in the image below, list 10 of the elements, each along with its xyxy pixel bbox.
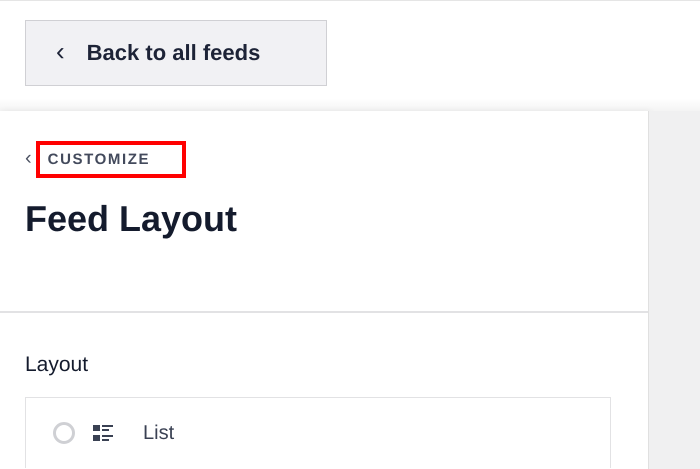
panel-title: Feed Layout [25,198,238,240]
radio-button[interactable] [53,422,75,444]
section-label: Layout [25,353,90,377]
list-layout-icon [93,424,113,442]
option-label: List [143,422,174,444]
breadcrumb-link[interactable]: CUSTOMIZE [36,141,186,178]
chevron-left-icon[interactable]: ‹ [25,148,32,168]
chevron-left-icon: ‹ [56,38,65,64]
back-button[interactable]: ‹ Back to all feeds [25,20,327,86]
layout-option[interactable]: List [25,397,611,468]
